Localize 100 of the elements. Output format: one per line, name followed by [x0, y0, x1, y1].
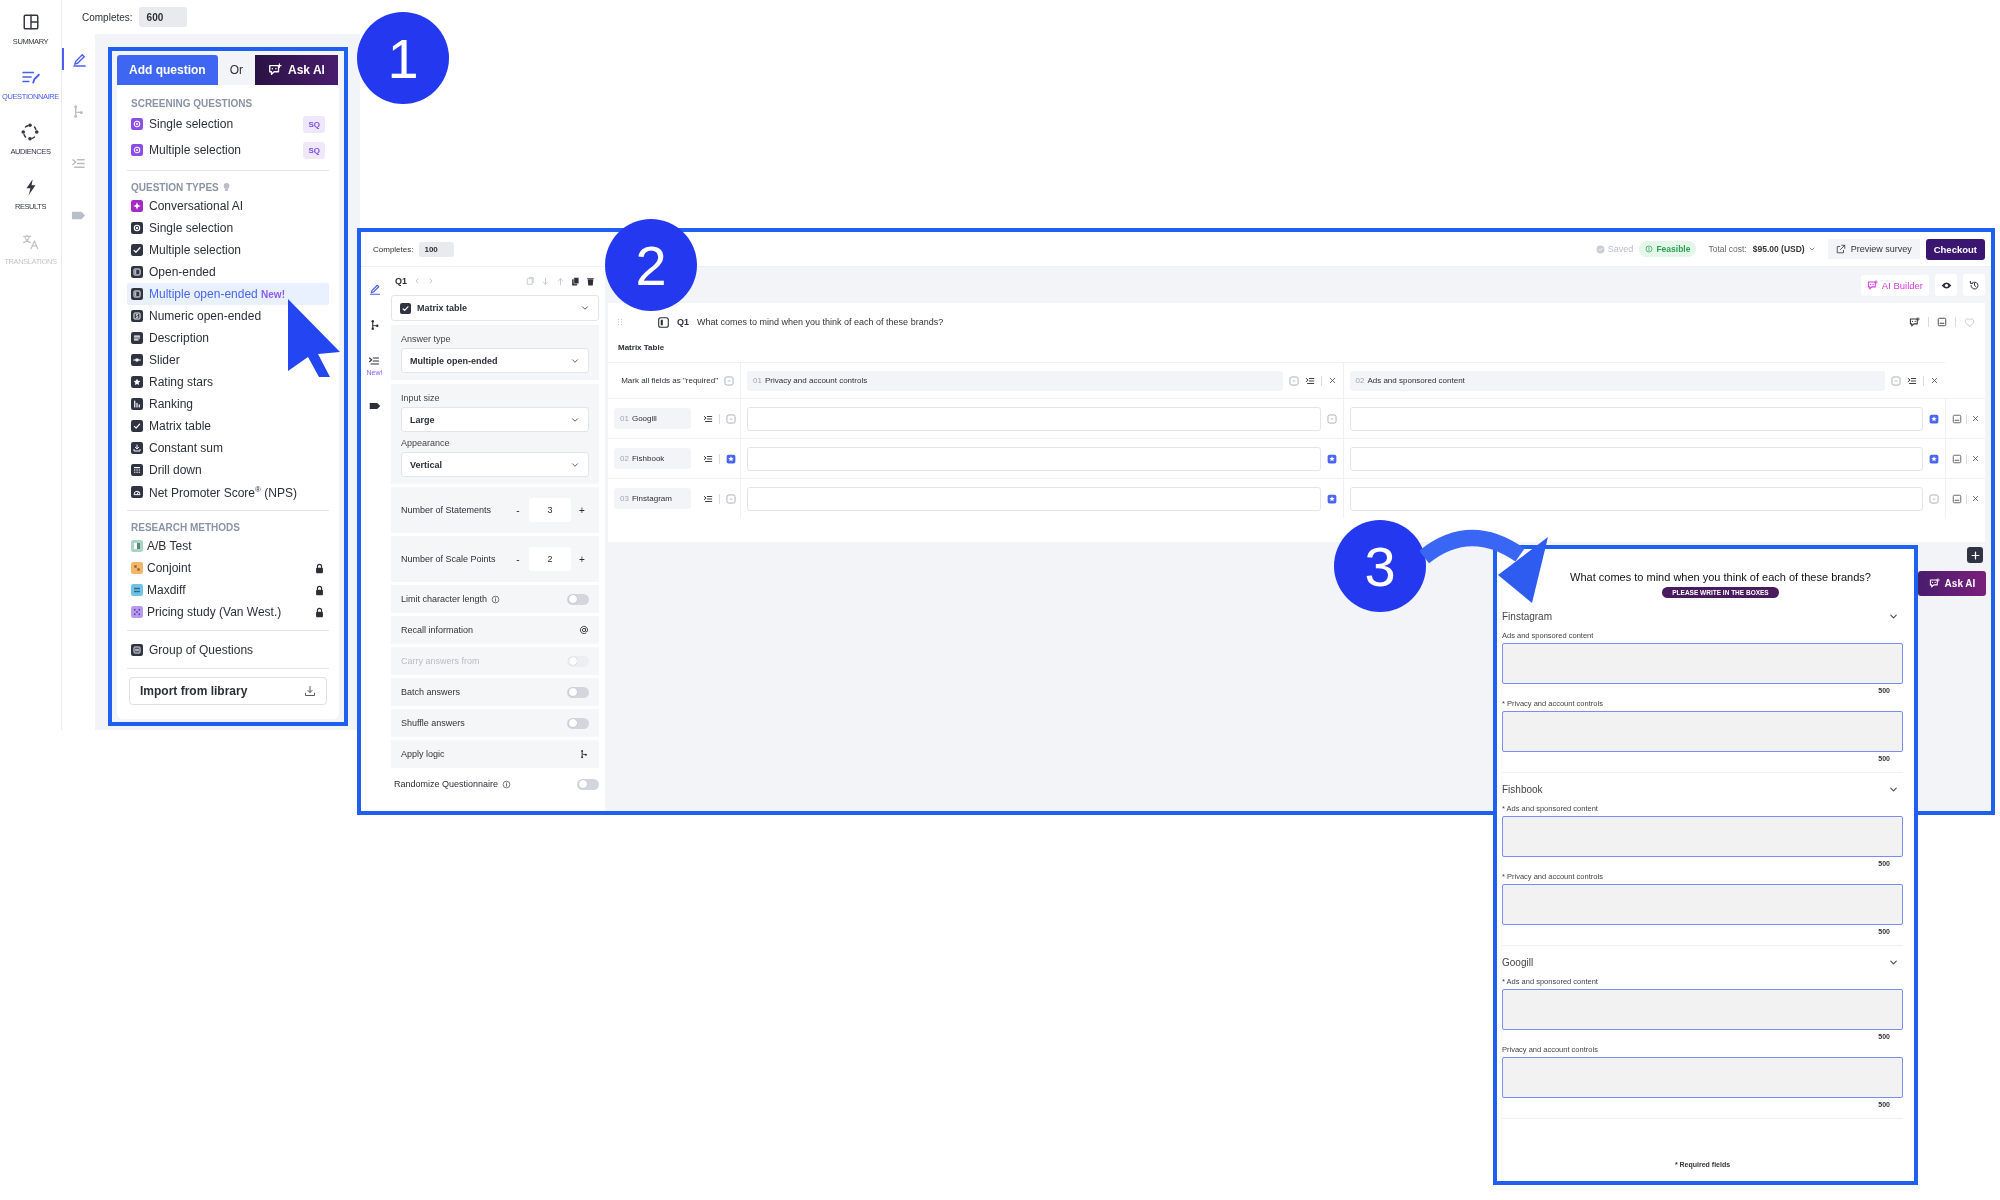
- chevron-left-icon[interactable]: [413, 277, 421, 285]
- column-header-field[interactable]: 01 Privacy and account controls: [747, 370, 1283, 391]
- close-icon[interactable]: [1971, 494, 1980, 503]
- menu-item[interactable]: Multiple selection SQ: [127, 137, 329, 163]
- text-input[interactable]: [1349, 486, 1923, 511]
- indent-list-icon[interactable]: [1304, 375, 1315, 386]
- plus-button[interactable]: +: [575, 504, 589, 516]
- text-input[interactable]: [1349, 446, 1923, 471]
- heart-icon[interactable]: [1964, 316, 1975, 328]
- required-box-icon[interactable]: [1891, 375, 1901, 386]
- toggle-switch[interactable]: [567, 593, 589, 605]
- preview-button[interactable]: [1935, 274, 1957, 296]
- number-field[interactable]: 2: [529, 547, 571, 571]
- menu-item[interactable]: Description: [127, 327, 329, 349]
- total-cost-dropdown[interactable]: $95.00 (USD): [1752, 244, 1816, 254]
- close-icon[interactable]: [1971, 414, 1980, 423]
- trash-icon[interactable]: [586, 276, 595, 286]
- required-box-icon[interactable]: [726, 493, 736, 504]
- indent-list-icon[interactable]: [703, 493, 713, 504]
- arrow-up-icon[interactable]: [556, 276, 565, 286]
- answer-box[interactable]: [1502, 989, 1903, 1030]
- image-icon[interactable]: [1937, 317, 1947, 327]
- menu-item[interactable]: Ranking: [127, 393, 329, 415]
- menu-item[interactable]: Group of Questions: [127, 639, 329, 661]
- indent-list-icon[interactable]: [703, 453, 713, 464]
- answer-box[interactable]: [1502, 1057, 1903, 1098]
- answer-box[interactable]: [1502, 711, 1903, 752]
- menu-item[interactable]: Matrix table: [127, 415, 329, 437]
- dropdown[interactable]: Large: [401, 407, 589, 432]
- chat-ai-icon[interactable]: [1909, 316, 1920, 328]
- toggle-switch[interactable]: [567, 686, 589, 698]
- menu-item[interactable]: Open-ended: [127, 261, 329, 283]
- ask-ai-button[interactable]: Ask AI: [1918, 571, 1986, 596]
- completes-field[interactable]: 600: [138, 7, 187, 27]
- menu-item[interactable]: Constant sum: [127, 437, 329, 459]
- ai-builder-button[interactable]: AI Builder: [1860, 274, 1929, 296]
- group-title[interactable]: Googill: [1502, 956, 1534, 968]
- menu-item[interactable]: Pricing study (Van West.): [127, 601, 329, 623]
- required-star-icon[interactable]: [726, 453, 736, 464]
- chevron-right-icon[interactable]: [427, 277, 435, 285]
- arrow-down-icon[interactable]: [541, 276, 550, 286]
- import-button[interactable]: Import from library: [129, 677, 327, 705]
- required-box-icon[interactable]: [726, 413, 736, 424]
- menu-item[interactable]: Rating stars: [127, 371, 329, 393]
- required-star-icon[interactable]: [1929, 413, 1939, 424]
- history-button[interactable]: [1963, 274, 1985, 296]
- minus-button[interactable]: -: [511, 553, 525, 565]
- menu-item[interactable]: Single selection SQ: [127, 111, 329, 137]
- preview-survey-button[interactable]: Preview survey: [1827, 239, 1920, 259]
- menu-item[interactable]: Single selection: [127, 217, 329, 239]
- menu-item[interactable]: Slider: [127, 349, 329, 371]
- close-icon[interactable]: [1971, 454, 1980, 463]
- image-icon[interactable]: [1952, 493, 1962, 504]
- menu-item[interactable]: Multiple selection: [127, 239, 329, 261]
- menu-item[interactable]: A/B Test: [127, 535, 329, 557]
- required-star-icon[interactable]: [1326, 453, 1337, 464]
- drag-handle-icon[interactable]: [616, 317, 624, 327]
- menu-item[interactable]: Conversational AI: [127, 195, 329, 217]
- row-label-field[interactable]: 02 Fishbook: [614, 448, 691, 469]
- question-text[interactable]: What comes to mind when you think of each of these brands?: [697, 317, 1901, 327]
- answer-box[interactable]: [1502, 643, 1903, 684]
- required-box-icon[interactable]: [724, 375, 734, 386]
- plus-button[interactable]: +: [575, 553, 589, 565]
- duplicate-icon[interactable]: [571, 276, 580, 286]
- menu-item[interactable]: Drill down: [127, 459, 329, 481]
- minus-button[interactable]: -: [511, 504, 525, 516]
- group-title[interactable]: Finstagram: [1502, 610, 1552, 622]
- required-star-icon[interactable]: [1929, 453, 1939, 464]
- menu-item[interactable]: Conjoint: [127, 557, 329, 579]
- group-title[interactable]: Fishbook: [1502, 783, 1543, 795]
- number-field[interactable]: 3: [529, 498, 571, 522]
- checkout-button[interactable]: Checkout: [1925, 238, 1985, 260]
- add-button[interactable]: [1967, 547, 1983, 563]
- at-sign-icon[interactable]: [579, 625, 589, 635]
- dropdown[interactable]: Vertical: [401, 452, 589, 477]
- menu-item[interactable]: Numeric open-ended: [127, 305, 329, 327]
- column-header-field[interactable]: 02 Ads and sponsored content: [1349, 370, 1885, 391]
- close-icon[interactable]: [1930, 376, 1939, 385]
- copy-question-icon[interactable]: [526, 276, 535, 286]
- toggle-switch[interactable]: [577, 778, 599, 790]
- add-question-tab[interactable]: Add question: [117, 55, 218, 85]
- menu-item[interactable]: Maxdiff: [127, 579, 329, 601]
- toggle-switch[interactable]: [567, 717, 589, 729]
- answer-box[interactable]: [1502, 816, 1903, 857]
- required-box-icon[interactable]: [1929, 493, 1939, 504]
- text-input[interactable]: [1349, 406, 1923, 431]
- indent-list-icon[interactable]: [1907, 375, 1917, 386]
- text-input[interactable]: [747, 406, 1321, 431]
- question-type-dropdown[interactable]: Matrix table: [391, 295, 599, 321]
- answer-box[interactable]: [1502, 884, 1903, 925]
- required-box-icon[interactable]: [1288, 375, 1299, 386]
- completes-field[interactable]: 100: [419, 241, 455, 257]
- branch-icon[interactable]: [579, 749, 589, 759]
- menu-item[interactable]: Net Promoter Score$^{®}$ (NPS): [127, 481, 329, 503]
- required-star-icon[interactable]: [1326, 493, 1337, 504]
- text-input[interactable]: [747, 486, 1321, 511]
- ask-ai-button[interactable]: Ask AI: [255, 55, 338, 85]
- menu-item[interactable]: Multiple open-ended New!: [127, 283, 329, 305]
- required-box-icon[interactable]: [1326, 413, 1337, 424]
- image-icon[interactable]: [1952, 413, 1962, 424]
